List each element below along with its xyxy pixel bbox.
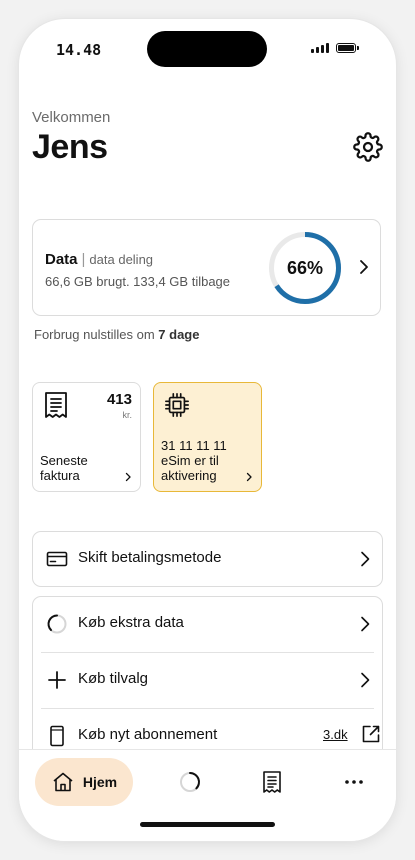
chevron-right-icon	[361, 551, 370, 567]
usage-percent: 66%	[286, 257, 324, 278]
status-time: 14.48	[56, 41, 102, 59]
reset-note-prefix: Forbrug nulstilles om	[34, 327, 155, 342]
signal-icon	[311, 43, 329, 53]
tab-home-label: Hjem	[82, 774, 118, 790]
chevron-right-icon	[246, 472, 252, 482]
home-indicator	[140, 822, 275, 827]
reset-note: Forbrug nulstilles om 7 dage	[34, 327, 199, 342]
data-usage-text: 66,6 GB brugt. 133,4 GB tilbage	[45, 274, 231, 289]
phone-icon	[50, 725, 64, 747]
credit-card-icon	[46, 551, 68, 567]
data-usage-card[interactable]: Data | data deling 66,6 GB brugt. 133,4 GB…	[32, 219, 381, 316]
buy-extra-data-row[interactable]: Køb ekstra data	[33, 597, 382, 652]
tab-bar: Hjem	[19, 749, 396, 841]
latest-invoice-tile[interactable]: 413 kr. Seneste faktura	[32, 382, 141, 492]
usage-icon[interactable]	[178, 770, 202, 794]
chevron-right-icon	[125, 472, 131, 482]
invoice-label: Seneste faktura	[40, 453, 88, 483]
chip-icon	[165, 393, 189, 417]
payment-label: Skift betalingsmetode	[78, 549, 222, 566]
loading-circle-icon	[47, 614, 67, 634]
chevron-right-icon	[361, 616, 370, 632]
external-link-icon[interactable]	[361, 724, 381, 744]
data-title: Data	[45, 251, 78, 268]
buy-extra-data-label: Køb ekstra data	[78, 614, 184, 631]
receipt-icon	[45, 392, 67, 418]
data-subtitle: data deling	[89, 252, 154, 267]
external-site-link[interactable]: 3.dk	[323, 727, 348, 742]
esim-label: 31 11 11 11 eSim er til aktivering	[161, 438, 227, 483]
esim-activation-tile[interactable]: 31 11 11 11 eSim er til aktivering	[153, 382, 262, 492]
battery-icon	[336, 43, 359, 53]
chevron-right-icon	[361, 672, 370, 688]
more-icon[interactable]	[342, 770, 366, 794]
invoice-amount: 413	[106, 391, 132, 408]
buy-addons-label: Køb tilvalg	[78, 670, 149, 687]
invoice-currency: kr.	[122, 410, 132, 420]
dynamic-island	[147, 31, 267, 67]
gear-icon[interactable]	[353, 132, 383, 162]
data-title-line: Data | data deling	[45, 251, 153, 268]
buy-addons-row[interactable]: Køb tilvalg	[33, 653, 382, 708]
plus-icon	[48, 671, 66, 689]
buy-new-subscription-label: Køb nyt abonnement	[78, 726, 218, 743]
phone-screen: 14.48 Velkommen Jens Data | data deling 66…	[19, 19, 396, 841]
greeting: Velkommen	[32, 109, 111, 126]
reset-note-days: 7 dage	[158, 327, 200, 342]
home-icon	[53, 772, 73, 792]
receipt-icon[interactable]	[260, 770, 284, 794]
chevron-right-icon	[360, 260, 368, 274]
title-separator: |	[81, 251, 86, 268]
change-payment-method-card[interactable]: Skift betalingsmetode	[32, 531, 383, 587]
tab-home[interactable]: Hjem	[35, 758, 133, 806]
user-name: Jens	[32, 128, 108, 166]
change-payment-method-row[interactable]: Skift betalingsmetode	[33, 532, 382, 587]
